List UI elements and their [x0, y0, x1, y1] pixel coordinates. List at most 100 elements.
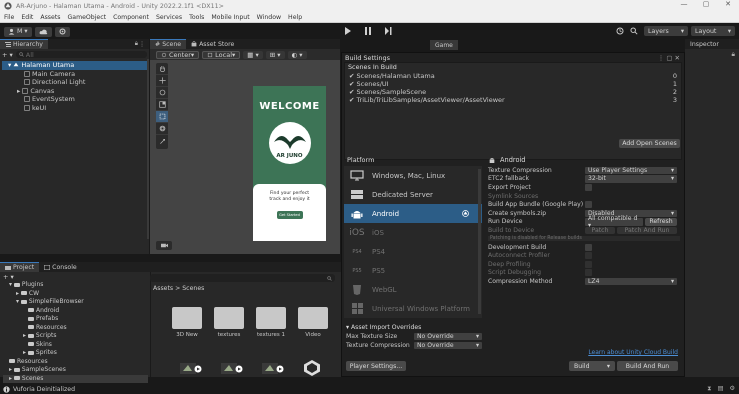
progress-icon[interactable]: ⧗ — [707, 385, 711, 393]
scene-row[interactable]: ✔ Scenes/SampleScene 2 — [345, 88, 681, 96]
scene-row[interactable]: ✔ TriLib/TriLibSamples/AssetViewer/Asset… — [345, 96, 681, 104]
scene-row[interactable]: ✔ Scenes/Halaman Utama 0 — [345, 72, 681, 80]
scale-tool-button[interactable] — [156, 99, 168, 111]
maximize-button[interactable]: ▢ — [695, 0, 717, 8]
menu-tools[interactable]: Tools — [189, 14, 204, 21]
max-texture-dropdown[interactable]: No Override ▾ — [414, 332, 482, 341]
build-app-bundle-checkbox[interactable] — [585, 201, 592, 209]
window-options-icon[interactable]: ⋮ ▢ ✕ — [658, 54, 680, 62]
move-tool-button[interactable] — [156, 75, 168, 87]
hierarchy-scrollbar[interactable] — [147, 59, 149, 239]
tab-scene[interactable]: # Scene — [150, 39, 187, 49]
hierarchy-item[interactable]: Directional Light — [2, 78, 147, 87]
menu-assets[interactable]: Assets — [40, 14, 60, 21]
build-and-run-button[interactable]: Build And Run — [617, 361, 678, 371]
layout-dropdown[interactable]: Layout ▾ — [691, 26, 735, 36]
development-build-checkbox[interactable] — [585, 243, 592, 251]
project-tree-item[interactable]: ▸ Scenes — [3, 374, 148, 383]
project-tree-item[interactable]: ▸ SampleScenes — [3, 366, 148, 375]
transform-tool-button[interactable] — [156, 123, 168, 135]
tab-project[interactable]: Project — [0, 262, 40, 272]
rect-tool-button[interactable] — [156, 111, 168, 123]
menu-file[interactable]: File — [4, 14, 14, 21]
menu-component[interactable]: Component — [113, 14, 149, 21]
menu-gameobject[interactable]: GameObject — [67, 14, 106, 21]
rotate-tool-button[interactable] — [156, 87, 168, 99]
notifications-icon[interactable]: ▤ — [718, 385, 724, 393]
unity-asset-icon[interactable] — [303, 360, 321, 376]
space-dropdown[interactable]: Local ▾ — [202, 50, 241, 59]
draw-mode-button[interactable]: ◐ ▾ — [287, 50, 307, 59]
project-tree-item[interactable]: ▸ Sprites — [3, 349, 148, 358]
grid-snap-button[interactable]: ▦ ▾ — [243, 50, 263, 59]
menu-services[interactable]: Services — [156, 14, 182, 21]
texture-compression-dropdown[interactable]: Use Player Settings ▾ — [585, 166, 677, 175]
tab-asset-store[interactable]: Asset Store — [186, 39, 239, 49]
project-tree-item[interactable]: ▾ SimpleFileBrowser — [3, 298, 148, 307]
project-tree-item[interactable]: Resources — [3, 324, 148, 333]
tab-inspector[interactable]: Inspector — [685, 39, 724, 49]
platform-ps4[interactable]: PS4 PS4 — [344, 242, 482, 261]
project-tree-item[interactable]: ▾ Plugins — [3, 281, 148, 290]
hierarchy-search-input[interactable]: All — [15, 51, 147, 59]
hand-tool-button[interactable] — [156, 63, 168, 75]
platform-uwp[interactable]: Universal Windows Platform — [344, 299, 482, 318]
autoconnect-profiler-checkbox[interactable] — [585, 252, 592, 260]
compression-method-dropdown[interactable]: LZ4 ▾ — [585, 277, 677, 286]
export-project-checkbox[interactable] — [585, 183, 592, 191]
platform-dedicated-server[interactable]: Dedicated Server — [344, 185, 482, 204]
scene-asset-icon[interactable] — [221, 360, 243, 374]
close-button[interactable]: ✕ — [717, 0, 739, 8]
asset-folder[interactable]: 3D New — [172, 307, 202, 338]
scene-asset-icon[interactable] — [180, 360, 202, 374]
scene-row[interactable]: ✔ Scenes/UI 1 — [345, 80, 681, 88]
tab-hierarchy[interactable]: Hierarchy — [0, 39, 48, 49]
check-icon[interactable]: ✔ — [349, 72, 354, 80]
camera-options-button[interactable] — [156, 241, 172, 250]
lock-icon[interactable]: 🔒︎ — [135, 40, 138, 48]
override-texture-compression-dropdown[interactable]: No Override ▾ — [414, 341, 482, 350]
asset-folder[interactable]: textures 1 — [256, 307, 286, 338]
collab-button[interactable] — [54, 26, 70, 37]
project-tree-item[interactable]: Android — [3, 307, 148, 316]
project-tree-item[interactable]: Skins — [3, 341, 148, 350]
patch-button[interactable]: Patch — [585, 226, 615, 235]
project-tree-item[interactable]: ▸ CW — [3, 290, 148, 299]
project-search-input[interactable] — [150, 274, 335, 282]
hierarchy-item[interactable]: ▸ Canvas — [2, 87, 147, 96]
cloud-button[interactable] — [34, 26, 52, 37]
hierarchy-item[interactable]: keUI — [2, 104, 147, 113]
tab-game[interactable]: Game — [430, 40, 458, 50]
project-tree-item[interactable]: Resources — [3, 358, 148, 367]
step-icon[interactable] — [384, 26, 392, 36]
snap-increment-button[interactable]: ⊞ ▾ — [265, 50, 285, 59]
history-icon[interactable] — [616, 27, 624, 35]
pivot-dropdown[interactable]: Center ▾ — [156, 50, 200, 59]
asset-folder[interactable]: Video — [298, 307, 328, 338]
add-object-button[interactable]: + ▾ — [2, 51, 13, 59]
hierarchy-item[interactable]: Main Camera — [2, 70, 147, 79]
cloud-build-link[interactable]: Learn about Unity Cloud Build — [588, 349, 678, 356]
platform-webgl[interactable]: WebGL — [344, 280, 482, 299]
lock-icon[interactable]: 🔒︎ — [732, 50, 735, 59]
add-open-scenes-button[interactable]: Add Open Scenes — [619, 139, 680, 148]
minimize-button[interactable]: — — [673, 0, 695, 8]
check-icon[interactable]: ✔ — [349, 88, 354, 96]
etc2-fallback-dropdown[interactable]: 32-bit ▾ — [585, 175, 677, 183]
player-settings-button[interactable]: Player Settings... — [346, 361, 406, 371]
deep-profiling-checkbox[interactable] — [585, 260, 592, 268]
refresh-button[interactable]: Refresh — [645, 218, 677, 226]
platform-android[interactable]: Android — [344, 204, 482, 223]
check-icon[interactable]: ✔ — [349, 96, 354, 104]
debug-mode-icon[interactable]: ⚙ — [729, 385, 735, 393]
tab-console[interactable]: Console — [39, 262, 82, 272]
check-icon[interactable]: ✔ — [349, 80, 354, 88]
project-tree-item[interactable]: Prefabs — [3, 315, 148, 324]
build-button[interactable]: Build ▾ — [569, 361, 615, 371]
menu-help[interactable]: Help — [288, 14, 302, 21]
platform-ps5[interactable]: PS5 PS5 — [344, 261, 482, 280]
create-asset-button[interactable]: + ▾ — [3, 273, 14, 281]
patch-and-run-button[interactable]: Patch And Run — [617, 226, 677, 235]
scene-asset-icon[interactable] — [262, 360, 284, 374]
search-icon[interactable] — [630, 27, 638, 35]
